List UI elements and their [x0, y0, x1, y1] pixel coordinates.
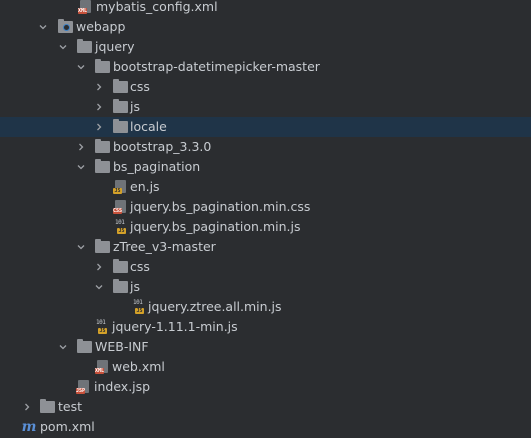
tree-item-label: index.jsp: [94, 379, 151, 394]
tree-item-label: js: [130, 279, 140, 294]
tree-item-label: locale: [130, 119, 167, 134]
tree-item-jquery-bs-pagination-min-js[interactable]: 101 JS jquery.bs_pagination.min.js: [0, 217, 531, 237]
folder-icon: [112, 77, 128, 97]
folder-icon: [112, 277, 128, 297]
chevron-down-icon[interactable]: [74, 157, 88, 177]
jsp-file-icon: JSP: [76, 377, 92, 397]
tree-item-label: css: [130, 259, 150, 274]
chevron-right-icon[interactable]: [92, 97, 106, 117]
folder-icon: [94, 157, 110, 177]
chevron-right-icon[interactable]: [20, 397, 34, 417]
tree-item-label: WEB-INF: [95, 339, 149, 354]
web-folder-icon: [57, 17, 73, 37]
tree-item-label: bootstrap-datetimepicker-master: [113, 59, 320, 74]
minified-js-file-icon: 101 JS: [96, 319, 107, 334]
project-tree: XML mybatis_config.xml webapp jquery boo…: [0, 0, 531, 438]
tree-item-pom-xml[interactable]: m pom.xml: [0, 417, 531, 437]
tree-item-label: web.xml: [112, 359, 165, 374]
tree-item-label: zTree_v3-master: [113, 239, 216, 254]
minified-js-file-icon: 101 JS: [133, 299, 144, 314]
chevron-down-icon[interactable]: [56, 337, 70, 357]
tree-item-index-jsp[interactable]: JSP index.jsp: [0, 377, 531, 397]
chevron-right-icon[interactable]: [92, 257, 106, 277]
folder-icon: [94, 57, 110, 77]
tree-item-web-inf[interactable]: WEB-INF: [0, 337, 531, 357]
css-file-icon: CSS: [113, 197, 129, 217]
maven-pom-icon: m: [21, 419, 37, 435]
tree-item-jquery-ztree-all-min-js[interactable]: 101 JS jquery.ztree.all.min.js: [0, 297, 531, 317]
tree-item-webapp[interactable]: webapp: [0, 17, 531, 37]
tree-item-label: webapp: [76, 19, 126, 34]
minified-js-file-icon: 101 JS: [115, 219, 126, 234]
chevron-right-icon[interactable]: [74, 137, 88, 157]
tree-item-label: en.js: [130, 179, 160, 194]
tree-item-jquery-bs-pagination-min-css[interactable]: CSS jquery.bs_pagination.min.css: [0, 197, 531, 217]
folder-icon: [76, 37, 92, 57]
tree-item-locale[interactable]: locale: [0, 117, 531, 137]
tree-item-bootstrap-datetimepicker-master[interactable]: bootstrap-datetimepicker-master: [0, 57, 531, 77]
js-file-icon: JS: [113, 177, 129, 197]
tree-item-jquery[interactable]: jquery: [0, 37, 531, 57]
chevron-down-icon[interactable]: [74, 237, 88, 257]
xml-file-icon: XML: [78, 0, 94, 17]
folder-icon: [94, 137, 110, 157]
tree-item-label: css: [130, 79, 150, 94]
chevron-down-icon[interactable]: [74, 57, 88, 77]
tree-item-label: jquery: [95, 39, 135, 54]
tree-item-label: jquery.bs_pagination.min.js: [130, 219, 301, 234]
chevron-right-icon[interactable]: [92, 77, 106, 97]
tree-item-en-js[interactable]: JS en.js: [0, 177, 531, 197]
chevron-right-icon[interactable]: [92, 117, 106, 137]
tree-item-js[interactable]: js: [0, 97, 531, 117]
tree-item-bootstrap-3-3-0[interactable]: bootstrap_3.3.0: [0, 137, 531, 157]
tree-item-label: bs_pagination: [113, 159, 201, 174]
tree-item-label: mybatis_config.xml: [96, 0, 218, 14]
tree-item-label: jquery.bs_pagination.min.css: [130, 199, 311, 214]
folder-icon: [39, 397, 55, 417]
folder-icon: [112, 117, 128, 137]
tree-item-jquery-1-11-1-min-js[interactable]: 101 JS jquery-1.11.1-min.js: [0, 317, 531, 337]
folder-icon: [112, 257, 128, 277]
tree-item-label: jquery.ztree.all.min.js: [148, 299, 282, 314]
tree-item-web-xml[interactable]: XML web.xml: [0, 357, 531, 377]
tree-item-test[interactable]: test: [0, 397, 531, 417]
tree-item-mybatis-config[interactable]: XML mybatis_config.xml: [0, 0, 531, 17]
tree-item-label: pom.xml: [40, 419, 95, 434]
tree-item-label: jquery-1.11.1-min.js: [112, 319, 238, 334]
chevron-down-icon[interactable]: [36, 17, 50, 37]
tree-item-ztree-v3-master[interactable]: zTree_v3-master: [0, 237, 531, 257]
tree-item-js[interactable]: js: [0, 277, 531, 297]
tree-item-label: bootstrap_3.3.0: [113, 139, 212, 154]
tree-item-bs-pagination[interactable]: bs_pagination: [0, 157, 531, 177]
folder-icon: [94, 237, 110, 257]
tree-item-label: js: [130, 99, 140, 114]
tree-item-css[interactable]: css: [0, 77, 531, 97]
web-xml-file-icon: XML: [95, 357, 111, 377]
chevron-down-icon[interactable]: [92, 277, 106, 297]
folder-icon: [112, 97, 128, 117]
folder-icon: [76, 337, 92, 357]
chevron-down-icon[interactable]: [56, 37, 70, 57]
tree-item-label: test: [58, 399, 83, 414]
tree-item-css[interactable]: css: [0, 257, 531, 277]
